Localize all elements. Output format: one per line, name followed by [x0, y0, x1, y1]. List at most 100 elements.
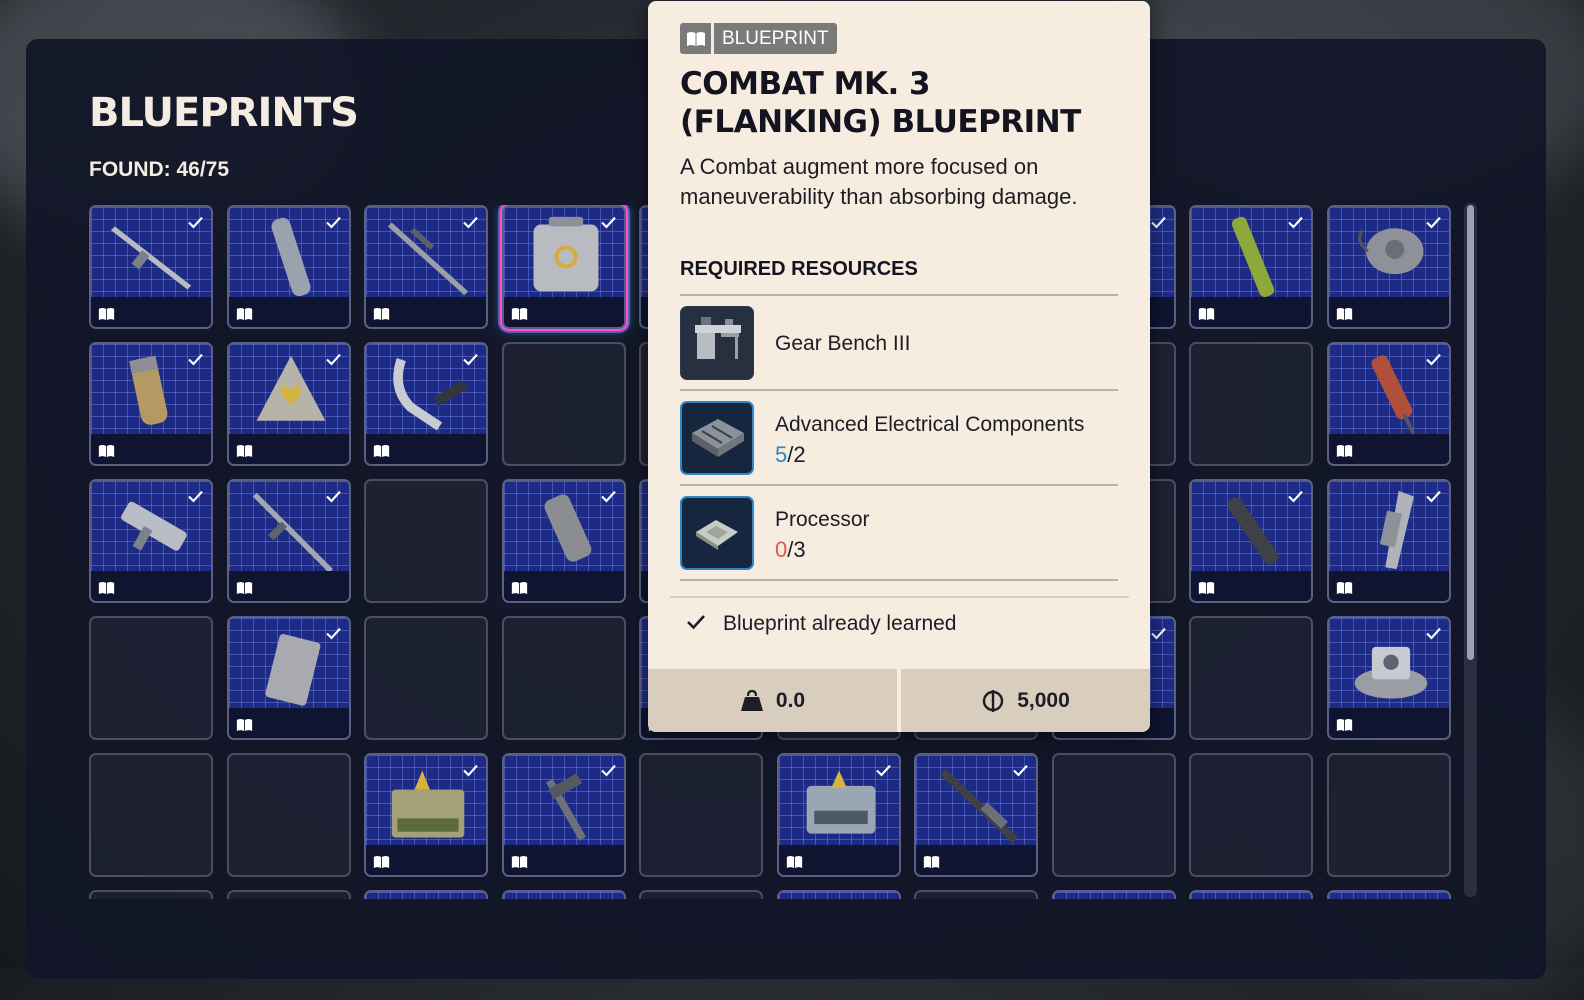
coin-icon: [983, 689, 1004, 712]
learned-text: Blueprint already learned: [723, 612, 957, 635]
empty-slot[interactable]: [639, 753, 763, 877]
resource-name: Processor: [775, 508, 870, 531]
price-display: 5,000: [901, 669, 1150, 732]
book-icon: [236, 582, 253, 594]
blueprint-slot[interactable]: [914, 890, 1038, 899]
blueprint-slot[interactable]: [227, 342, 351, 466]
blueprint-slot[interactable]: [1052, 890, 1176, 899]
check-icon: [188, 353, 203, 366]
price-value: 5,000: [1017, 688, 1070, 712]
empty-slot[interactable]: [89, 616, 213, 740]
required-resources-heading: REQUIRED RESOURCES: [680, 258, 918, 280]
check-icon: [1426, 490, 1441, 503]
blueprint-slot[interactable]: [89, 342, 213, 466]
blueprint-slot[interactable]: [364, 753, 488, 877]
check-icon: [1013, 764, 1028, 777]
resource-quantity: 0/3: [775, 537, 806, 563]
check-icon: [1288, 490, 1303, 503]
empty-slot[interactable]: [1189, 342, 1313, 466]
empty-slot[interactable]: [89, 753, 213, 877]
resource-name: Gear Bench III: [775, 332, 911, 355]
circuit-tray-icon: [680, 401, 754, 475]
resource-list: Gear Bench III Advanced Electrical Compo…: [680, 294, 1118, 581]
book-icon: [1336, 308, 1353, 320]
book-icon: [236, 445, 253, 457]
book-icon: [1336, 719, 1353, 731]
blueprint-slot[interactable]: [777, 753, 901, 877]
weight-icon: [740, 689, 763, 711]
book-icon: [236, 719, 253, 731]
item-tooltip: BLUEPRINT COMBAT MK. 3 (FLANKING) BLUEPR…: [648, 1, 1150, 732]
blueprint-tag: BLUEPRINT: [680, 23, 837, 54]
found-counter: FOUND: 46/75: [89, 158, 230, 181]
book-icon: [98, 582, 115, 594]
book-icon: [373, 445, 390, 457]
book-icon: [373, 308, 390, 320]
blueprint-slot[interactable]: [777, 890, 901, 899]
resource-quantity: 5/2: [775, 442, 806, 468]
blueprint-slot[interactable]: [1327, 616, 1451, 740]
blueprint-slot[interactable]: [89, 205, 213, 329]
book-icon: [236, 308, 253, 320]
blueprint-slot[interactable]: [1327, 205, 1451, 329]
book-icon: [680, 23, 711, 54]
blueprint-slot[interactable]: [1327, 890, 1451, 899]
check-icon: [326, 216, 341, 229]
weight-display: 0.0: [648, 669, 897, 732]
blueprint-slot[interactable]: [227, 479, 351, 603]
tooltip-title: COMBAT MK. 3 (FLANKING) BLUEPRINT: [680, 66, 1081, 140]
book-icon: [1336, 582, 1353, 594]
empty-slot[interactable]: [1327, 753, 1451, 877]
empty-slot[interactable]: [1189, 753, 1313, 877]
empty-slot[interactable]: [364, 479, 488, 603]
blueprint-tag-label: BLUEPRINT: [714, 23, 837, 54]
check-icon: [1151, 627, 1166, 640]
blueprint-slot[interactable]: [1327, 342, 1451, 466]
scrollbar-thumb[interactable]: [1467, 205, 1474, 660]
check-icon: [1288, 216, 1303, 229]
blueprint-slot[interactable]: [227, 205, 351, 329]
empty-slot[interactable]: [502, 342, 626, 466]
blueprint-slot[interactable]: [364, 890, 488, 899]
check-icon: [1426, 627, 1441, 640]
blueprint-slot[interactable]: [914, 753, 1038, 877]
blueprint-slot[interactable]: [89, 890, 213, 899]
tooltip-description: A Combat augment more focused on maneuve…: [680, 154, 1078, 209]
blueprint-slot[interactable]: [502, 753, 626, 877]
book-icon: [511, 856, 528, 868]
empty-slot[interactable]: [364, 616, 488, 740]
weight-value: 0.0: [775, 688, 806, 712]
page-title: BLUEPRINTS: [89, 90, 359, 136]
blueprint-slot[interactable]: [502, 479, 626, 603]
blueprint-slot[interactable]: [1327, 479, 1451, 603]
empty-slot[interactable]: [1189, 616, 1313, 740]
blueprint-slot[interactable]: [1189, 890, 1313, 899]
resource-row: Processor 0/3: [680, 484, 1118, 581]
tooltip-footer: 0.0 5,000: [648, 669, 1150, 732]
resource-have: 5: [775, 442, 788, 467]
empty-slot[interactable]: [1052, 753, 1176, 877]
resource-row: Advanced Electrical Components 5/2: [680, 389, 1118, 484]
empty-slot[interactable]: [227, 753, 351, 877]
book-icon: [98, 308, 115, 320]
empty-slot[interactable]: [502, 616, 626, 740]
book-icon: [786, 856, 803, 868]
blueprint-slot[interactable]: [500, 205, 628, 331]
check-icon: [463, 353, 478, 366]
blueprint-slot[interactable]: [502, 890, 626, 899]
blueprint-slot[interactable]: [1189, 205, 1313, 329]
book-icon: [373, 856, 390, 868]
resource-row: Gear Bench III: [680, 294, 1118, 389]
blueprint-slot[interactable]: [1189, 479, 1313, 603]
blueprint-slot[interactable]: [639, 890, 763, 899]
book-icon: [98, 445, 115, 457]
book-icon: [1198, 582, 1215, 594]
blueprint-slot[interactable]: [227, 616, 351, 740]
blueprint-slot[interactable]: [364, 342, 488, 466]
check-icon: [188, 490, 203, 503]
blueprint-slot[interactable]: [227, 890, 351, 899]
check-icon: [687, 615, 705, 630]
check-icon: [1426, 216, 1441, 229]
blueprint-slot[interactable]: [364, 205, 488, 329]
blueprint-slot[interactable]: [89, 479, 213, 603]
